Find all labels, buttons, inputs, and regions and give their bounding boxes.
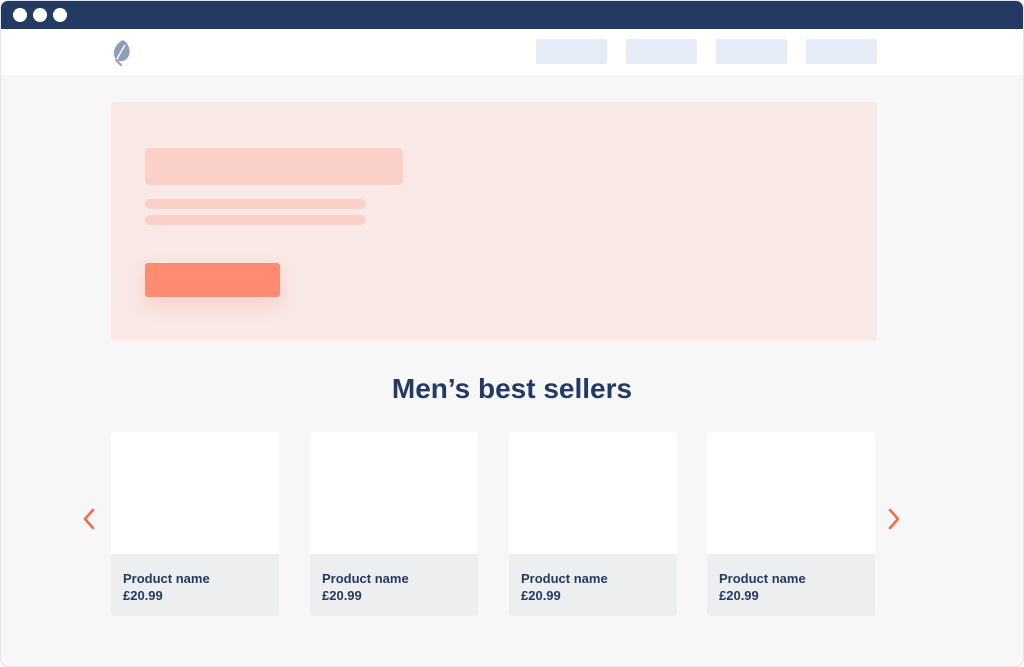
hero-title-placeholder [145,148,403,185]
site-header [1,29,1023,75]
chevron-left-icon[interactable] [81,507,97,531]
product-image[interactable] [707,432,875,554]
product-name[interactable]: Product name [521,570,677,587]
product-card[interactable]: Product name £20.99 [111,432,279,616]
product-name[interactable]: Product name [719,570,875,587]
chevron-right-icon[interactable] [886,507,902,531]
product-card[interactable]: Product name £20.99 [310,432,478,616]
product-name[interactable]: Product name [123,570,279,587]
hero-text-line-placeholder [145,215,366,225]
window-maximize-button[interactable] [53,8,67,22]
product-image[interactable] [310,432,478,554]
product-card[interactable]: Product name £20.99 [509,432,677,616]
hero-text-line-placeholder [145,199,366,209]
product-price: £20.99 [719,588,759,603]
product-price: £20.99 [123,588,163,603]
product-info: Product name £20.99 [707,554,875,616]
window-minimize-button[interactable] [33,8,47,22]
product-info: Product name £20.99 [310,554,478,616]
product-price: £20.99 [521,588,561,603]
nav-item-4[interactable] [806,39,877,64]
product-name[interactable]: Product name [322,570,478,587]
nav-item-1[interactable] [536,39,607,64]
leaf-icon[interactable] [109,37,135,67]
browser-titlebar [1,1,1023,29]
product-info: Product name £20.99 [111,554,279,616]
hero-cta-button[interactable] [145,263,280,297]
hero-banner [111,102,877,341]
nav-item-2[interactable] [626,39,697,64]
product-price: £20.99 [322,588,362,603]
browser-window: Men’s best sellers Product name £20.99 P… [0,0,1024,667]
product-card[interactable]: Product name £20.99 [707,432,875,616]
window-close-button[interactable] [13,8,27,22]
section-title: Men’s best sellers [391,373,633,404]
product-info: Product name £20.99 [509,554,677,616]
nav-item-3[interactable] [716,39,787,64]
product-image[interactable] [111,432,279,554]
product-image[interactable] [509,432,677,554]
